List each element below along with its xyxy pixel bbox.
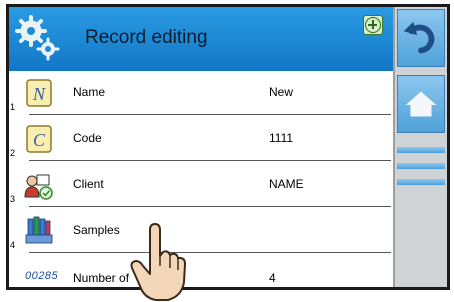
field-label: Client [73,177,104,191]
row-number: 5 [10,286,15,287]
counter-icon: 00285 [25,270,59,282]
home-button[interactable] [397,75,445,133]
row-number: 3 [10,194,16,204]
field-label: Samples [73,223,120,237]
divider [29,160,391,161]
back-button[interactable] [397,9,445,67]
svg-text:C: C [33,130,46,150]
page-title: Record editing [85,27,208,48]
field-label: Name [73,85,106,99]
field-value: 1111 [269,131,294,145]
field-label: Number of [73,271,130,285]
list-item-samples[interactable]: 4 Samples [9,209,393,253]
samples-icon [25,216,53,244]
row-number: 2 [10,148,16,158]
list-item-code[interactable]: 2 C Code 1111 [9,117,393,161]
divider [29,252,391,253]
plus-icon [365,17,381,33]
code-c-icon: C [26,125,52,153]
scroll-up-stripe[interactable] [397,147,445,153]
field-label: Code [73,131,102,145]
divider [29,206,391,207]
right-sidebar [393,7,447,287]
svg-text:N: N [32,84,46,104]
title-bar: Record editing [9,7,393,71]
scrollbar[interactable] [397,147,445,187]
field-value: New [269,85,294,99]
field-value: 4 [269,271,276,285]
touch-hand-icon [130,223,186,301]
row-number: 4 [10,240,16,250]
settings-gears-icon [15,15,60,61]
row-number: 1 [10,102,16,112]
add-button[interactable] [363,15,383,35]
device-screen: Record editing 1 N Name New 2 C Code 111… [6,4,450,290]
list-item-number-of-samples[interactable]: 5 00285 Number of 4 [9,255,393,287]
client-icon [24,174,53,200]
divider [29,114,391,115]
home-icon [405,91,437,117]
record-fields-list: 1 N Name New 2 C Code 1111 3 Client NAME… [9,71,393,287]
scroll-thumb[interactable] [397,163,445,169]
list-item-name[interactable]: 1 N Name New [9,71,393,115]
name-n-icon: N [26,79,52,107]
back-arrow-icon [403,21,435,54]
list-item-client[interactable]: 3 Client NAME [9,163,393,207]
scroll-down-stripe[interactable] [397,179,445,185]
field-value: NAME [269,177,304,191]
